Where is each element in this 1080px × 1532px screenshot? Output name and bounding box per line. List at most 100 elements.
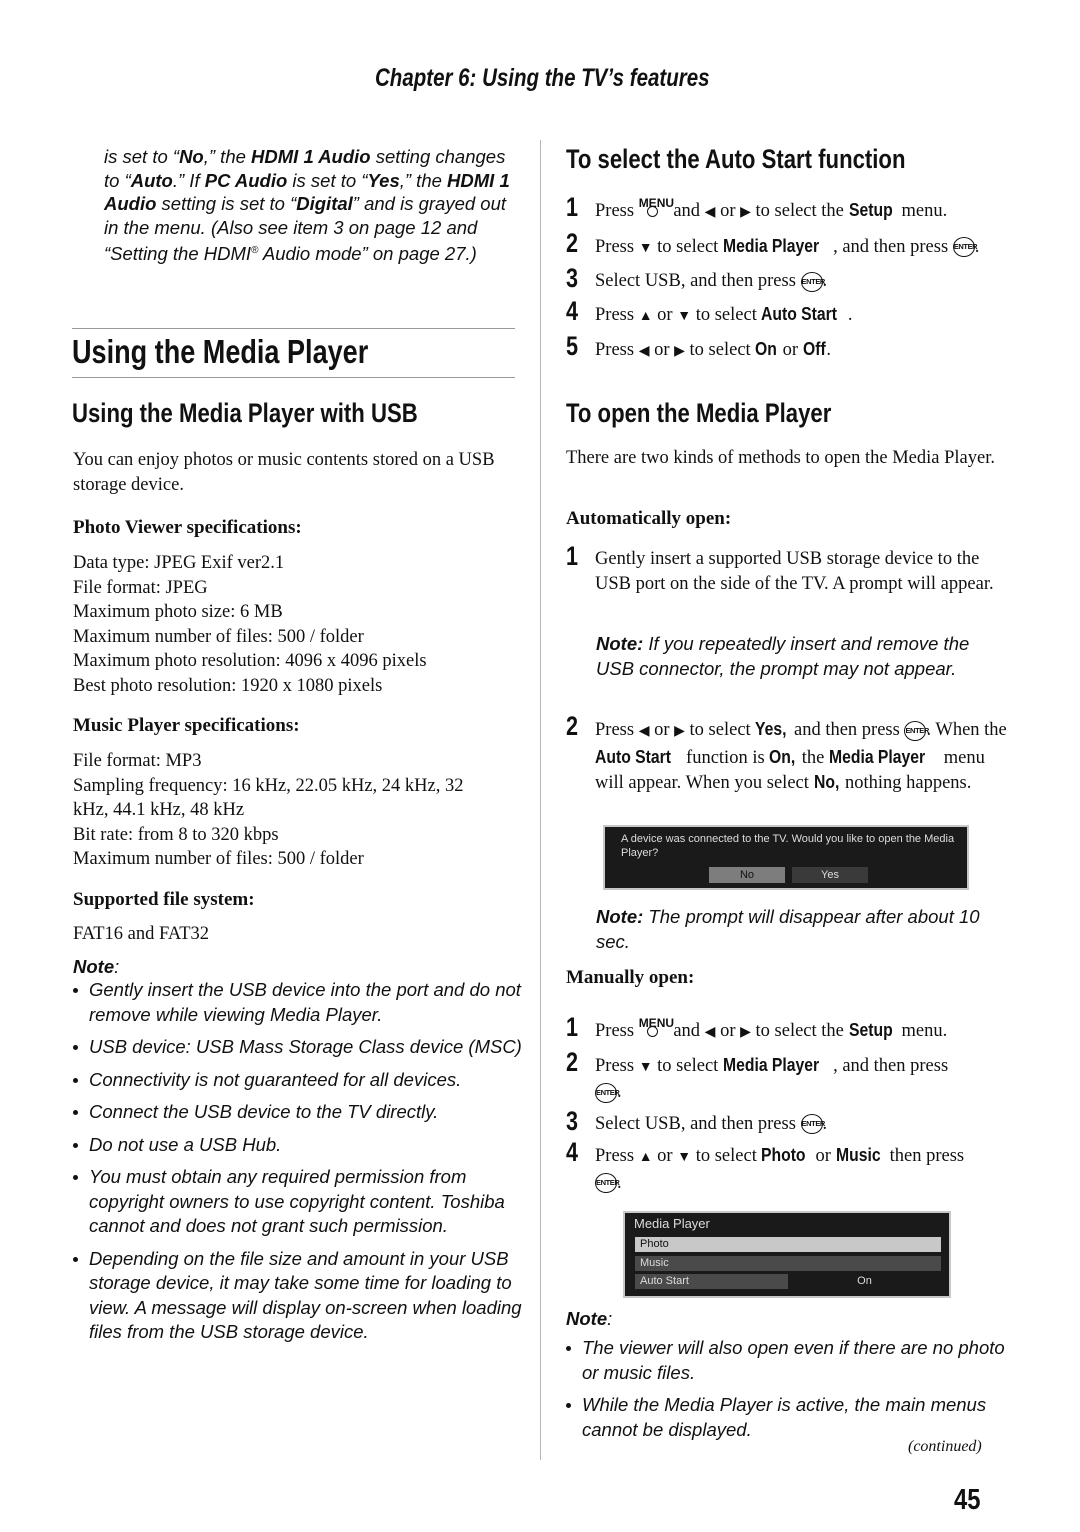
note-item: Gently insert the USB device into the po… xyxy=(73,978,523,1027)
text: menu. xyxy=(896,201,948,221)
divider xyxy=(72,328,515,329)
filesystem-text: FAT16 and FAT32 xyxy=(73,924,210,944)
enter-button-icon: ENTER xyxy=(904,720,929,741)
menu-item-music[interactable]: Music xyxy=(635,1256,941,1271)
text: , and then press xyxy=(833,236,953,257)
text: . xyxy=(822,1113,828,1134)
open-intro: There are two kinds of methods to open t… xyxy=(566,448,995,468)
step-number: 1 xyxy=(566,192,579,222)
text: Press xyxy=(595,340,639,360)
text: ,” the xyxy=(399,169,448,191)
text: Press xyxy=(595,1021,639,1041)
menu-item-photo[interactable]: Photo xyxy=(635,1237,941,1252)
menu-keyword: Auto Start xyxy=(595,745,672,767)
text: or xyxy=(652,1146,678,1166)
text: is set to “ xyxy=(287,169,368,191)
text: .” If xyxy=(172,169,205,191)
text: to select the xyxy=(750,1021,849,1041)
manual-steps: 1 Press MENU and ◀ or ▶ to select the Set… xyxy=(566,1012,1011,1202)
enter-button-icon: ENTER xyxy=(952,237,978,258)
note-label: Note: xyxy=(73,956,120,977)
text: . xyxy=(847,304,853,325)
text: function is xyxy=(681,747,770,768)
text: . xyxy=(826,340,832,360)
circle-icon xyxy=(646,1026,658,1037)
text: or xyxy=(715,1021,741,1041)
left-arrow-icon: ◀ xyxy=(704,1025,716,1040)
text: to select xyxy=(652,1055,723,1076)
menu-keyword: Media Player xyxy=(829,745,926,767)
text: Press xyxy=(595,236,639,257)
photo-spec-heading: Photo Viewer specifications: xyxy=(73,517,302,538)
down-arrow-icon: ▼ xyxy=(677,308,692,324)
text: Press xyxy=(595,304,639,325)
step-item: 1 Gently insert a supported USB storage d… xyxy=(566,543,1011,596)
note-item: While the Media Player is active, the ma… xyxy=(566,1393,1006,1442)
step-item: 1 Press MENU and ◀ or ▶ to select the Set… xyxy=(566,1012,1011,1046)
page-number: 45 xyxy=(954,1484,981,1516)
text: or xyxy=(810,1146,836,1166)
menu-keyword: Setup xyxy=(848,199,893,220)
media-player-menu: Media Player Photo Music Auto Start On xyxy=(623,1211,951,1298)
step-number: 5 xyxy=(566,331,579,361)
text: to select xyxy=(652,236,723,257)
prompt-no-button[interactable]: No xyxy=(709,867,785,883)
text: to select the xyxy=(750,201,849,221)
auto-open-heading: Automatically open: xyxy=(566,508,732,529)
bullet-icon xyxy=(73,988,78,993)
text: is set to “ xyxy=(104,146,180,167)
music-spec-heading: Music Player specifications: xyxy=(73,715,300,736)
music-spec-item: Maximum number of files: 500 / folder xyxy=(73,849,364,869)
down-arrow-icon: ▼ xyxy=(638,240,653,256)
bullet-icon xyxy=(73,1256,78,1262)
step-number: 1 xyxy=(566,1012,579,1042)
menu-keyword: Media Player xyxy=(722,234,820,256)
autostart-title: To select the Auto Start function xyxy=(566,144,906,174)
menu-item-autostart[interactable]: Auto Start xyxy=(635,1274,788,1289)
note-text: Do not use a USB Hub. xyxy=(89,1133,282,1155)
enter-button-icon: ENTER xyxy=(595,1082,620,1103)
text: . xyxy=(974,236,980,257)
step-text: Press ▼ to select Media Player , and then… xyxy=(595,1054,949,1103)
up-arrow-icon: ▲ xyxy=(638,308,653,324)
note-text: You must obtain any required permission … xyxy=(89,1166,505,1236)
auto-note-1: Note: If you repeatedly insert and remov… xyxy=(596,633,970,679)
emphasis: HDMI 1 Audio xyxy=(251,146,371,167)
menu-keyword: Photo xyxy=(761,1144,807,1165)
step-number: 3 xyxy=(566,263,579,293)
bullet-icon xyxy=(73,1142,78,1148)
emphasis: No xyxy=(179,146,204,167)
step-item: 2 Press ◀ or ▶ to select Yes, and then pr… xyxy=(566,713,1011,796)
menu-keyword: On xyxy=(755,338,778,359)
step-number: 2 xyxy=(566,227,579,258)
chapter-heading: Chapter 6: Using the TV’s features xyxy=(375,64,710,92)
step-text: Press ▼ to select Media Player , and then… xyxy=(595,234,980,258)
enter-button-icon: ENTER xyxy=(800,1114,825,1135)
note-item: Depending on the file size and amount in… xyxy=(73,1247,523,1345)
bullet-icon xyxy=(566,1403,571,1408)
note-item: Do not use a USB Hub. xyxy=(73,1133,523,1158)
step-item: 2 Press ▼ to select Media Player , and the… xyxy=(566,227,1016,262)
text: then press xyxy=(884,1146,965,1166)
photo-spec-item: File format: JPEG xyxy=(73,577,208,598)
text: to select xyxy=(684,720,756,740)
manual-open-heading: Manually open: xyxy=(566,967,695,988)
music-spec-item: Sampling frequency: 16 kHz, 22.05 kHz, 2… xyxy=(73,775,464,821)
step-text: Select USB, and then press ENTER. xyxy=(595,1113,828,1135)
left-arrow-icon: ◀ xyxy=(704,205,716,220)
emphasis: Digital xyxy=(296,193,353,214)
bullet-icon xyxy=(566,1346,571,1351)
text: , and then press xyxy=(833,1055,949,1076)
step-item: 4 Press ▲ or ▼ to select Auto Start. xyxy=(566,297,1016,330)
step-item: 2 Press ▼ to select Media Player , and the… xyxy=(566,1048,1011,1105)
prompt-yes-button[interactable]: Yes xyxy=(792,867,868,883)
note-text: Depending on the file size and amount in… xyxy=(89,1247,522,1343)
bullet-icon xyxy=(73,1110,78,1115)
photo-spec-item: Maximum photo resolution: 4096 x 4096 pi… xyxy=(73,651,427,671)
auto-step-1: 1 Gently insert a supported USB storage d… xyxy=(566,543,1011,596)
text: Press xyxy=(595,201,639,221)
note-item: You must obtain any required permission … xyxy=(73,1165,523,1239)
usb-prompt-dialog: A device was connected to the TV. Would … xyxy=(603,825,969,890)
menu-keyword: Setup xyxy=(848,1019,893,1040)
enter-button-icon: ENTER xyxy=(800,271,825,292)
